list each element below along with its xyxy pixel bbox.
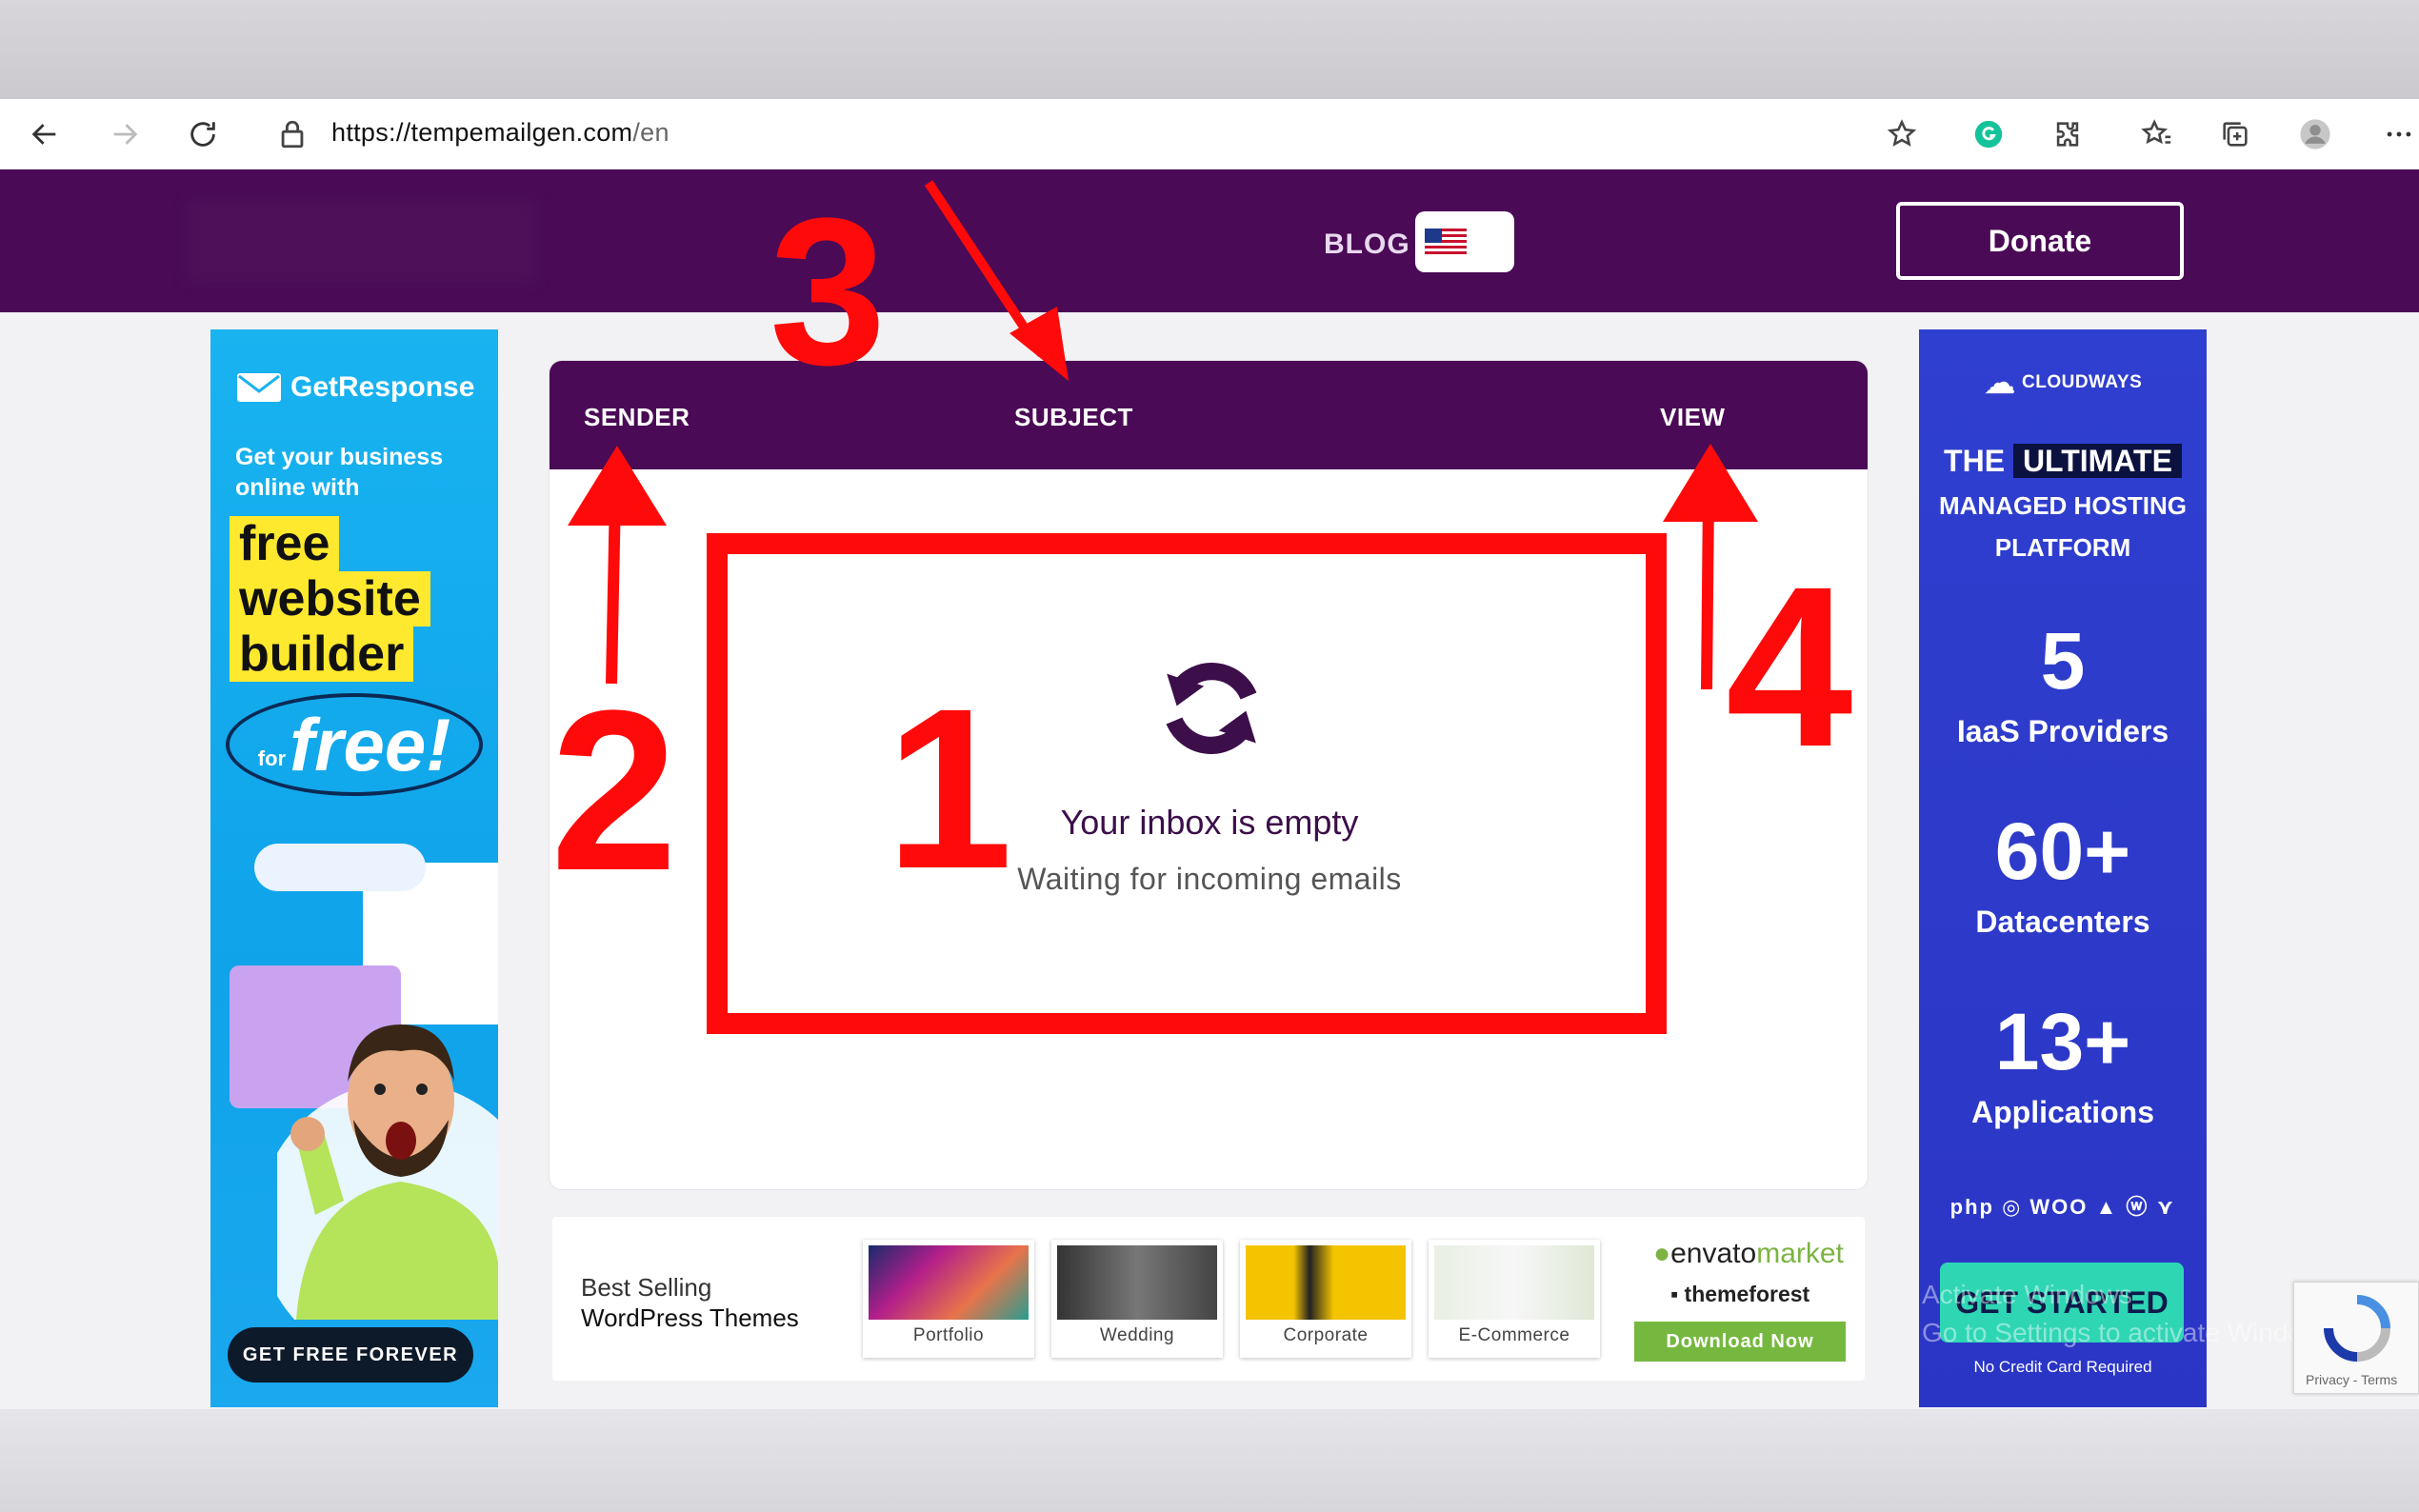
envelope-icon xyxy=(237,373,281,402)
cloudways-platform: PLATFORM xyxy=(1994,533,2131,562)
site-header: BLOG Donate xyxy=(0,169,2419,312)
column-sender: SENDER xyxy=(584,403,690,431)
getresponse-free-badge: for free! xyxy=(226,693,483,796)
themeforest-text: themeforest xyxy=(1684,1282,1810,1306)
stat-iaas-value: 5 xyxy=(2040,616,2086,706)
stat-applications-value: 13+ xyxy=(1994,997,2131,1086)
getresponse-logo: GetResponse xyxy=(237,371,474,404)
reload-icon[interactable] xyxy=(181,112,225,156)
envato-title: Best Selling WordPress Themes xyxy=(581,1272,799,1333)
column-view: VIEW xyxy=(1660,403,1726,431)
get-free-forever-button[interactable]: GET FREE FOREVER xyxy=(228,1327,473,1383)
cloudways-managed: MANAGED HOSTING xyxy=(1939,491,2187,520)
envato-ad[interactable]: Best Selling WordPress Themes Portfolio … xyxy=(552,1217,1865,1381)
stat-iaas-label: IaaS Providers xyxy=(1956,714,2169,748)
theme-card-wedding[interactable]: Wedding xyxy=(1051,1240,1223,1358)
annotation-number-2: 2 xyxy=(550,663,678,918)
windows-activation-watermark: Activate Windows Go to Settings to activ… xyxy=(1922,1276,2343,1352)
theme-label-corporate: Corporate xyxy=(1283,1325,1369,1345)
themeforest-logo: ▪ themeforest xyxy=(1670,1282,1809,1307)
collections-icon[interactable] xyxy=(2213,112,2257,156)
themeforest-box-icon: ▪ xyxy=(1670,1282,1679,1306)
cloudways-ultimate: ULTIMATE xyxy=(2012,444,2182,478)
theme-thumb-wedding xyxy=(1057,1245,1217,1320)
watermark-line-2: Go to Settings to activate Windows. xyxy=(1922,1318,2343,1347)
forward-arrow-icon[interactable] xyxy=(103,112,147,156)
theme-thumb-corporate xyxy=(1246,1245,1406,1320)
getresponse-highlight-3: builder xyxy=(230,627,414,682)
annotation-box-inbox xyxy=(707,533,1667,1034)
cloudways-ad[interactable]: ☁ CLOUDWAYS THE ULTIMATE MANAGED HOSTING… xyxy=(1919,329,2207,1407)
theme-label-portfolio: Portfolio xyxy=(912,1325,985,1345)
profile-avatar-icon[interactable] xyxy=(2293,112,2337,156)
cloud-icon: ☁ xyxy=(1983,365,2017,401)
getresponse-tagline: Get your business online with xyxy=(235,444,444,501)
getresponse-illustration-pill xyxy=(254,844,426,891)
theme-thumb-ecommerce xyxy=(1434,1245,1594,1320)
getresponse-highlight-1: free xyxy=(230,516,340,571)
envato-logo-accent: market xyxy=(1756,1238,1844,1269)
language-selector[interactable] xyxy=(1415,211,1514,272)
stat-datacenters-value: 60+ xyxy=(1994,806,2131,896)
annotation-number-1: 1 xyxy=(886,661,1013,916)
envato-title-line-2: WordPress Themes xyxy=(581,1303,799,1332)
no-credit-card-note: No Credit Card Required xyxy=(1973,1358,2152,1376)
cloudways-headline: THE ULTIMATE xyxy=(1919,444,2207,479)
tech-stack-icons: php ◎ WOO ▲ ⓦ ⋎ xyxy=(1949,1195,2176,1219)
getresponse-highlight-2: website xyxy=(230,571,430,627)
inbox-header: SENDER SUBJECT VIEW xyxy=(550,361,1868,469)
theme-thumb-portfolio xyxy=(869,1245,1029,1320)
recaptcha-badge[interactable]: Privacy - Terms xyxy=(2293,1282,2419,1394)
stat-applications-label: Applications xyxy=(1970,1095,2154,1129)
envato-leaf-icon: ● xyxy=(1653,1238,1671,1269)
site-logo-blurred[interactable] xyxy=(186,198,538,284)
theme-card-ecommerce[interactable]: E-Commerce xyxy=(1429,1240,1600,1358)
excited-man-illustration xyxy=(277,1025,498,1320)
getresponse-brand: GetResponse xyxy=(290,371,475,403)
recaptcha-icon xyxy=(2324,1295,2390,1362)
recaptcha-text: Privacy - Terms xyxy=(2306,1372,2398,1387)
window-top-background xyxy=(0,0,2419,99)
more-menu-icon[interactable] xyxy=(2377,112,2419,156)
watermark-line-1: Activate Windows xyxy=(1922,1280,2132,1309)
url-path: /en xyxy=(632,118,670,147)
grammarly-icon[interactable] xyxy=(1967,112,2010,156)
blog-link[interactable]: BLOG xyxy=(1324,229,1410,261)
annotation-number-4: 4 xyxy=(1726,539,1853,794)
column-subject: SUBJECT xyxy=(1014,403,1133,431)
us-flag-icon xyxy=(1425,229,1467,255)
theme-card-corporate[interactable]: Corporate xyxy=(1240,1240,1411,1358)
theme-card-portfolio[interactable]: Portfolio xyxy=(863,1240,1034,1358)
theme-label-wedding: Wedding xyxy=(1099,1325,1175,1345)
favorites-icon[interactable] xyxy=(2135,112,2179,156)
envato-market-logo: ●envatomarket xyxy=(1653,1238,1844,1270)
address-bar[interactable]: https://tempemailgen.com/en xyxy=(331,118,670,148)
theme-label-ecommerce: E-Commerce xyxy=(1458,1325,1570,1345)
envato-title-line-1: Best Selling xyxy=(581,1273,712,1302)
envato-logo-main: envato xyxy=(1670,1238,1757,1269)
cloudways-the: THE xyxy=(1944,444,2006,478)
url-domain: https://tempemailgen.com xyxy=(331,118,633,147)
extensions-icon[interactable] xyxy=(2046,112,2089,156)
browser-toolbar: https://tempemailgen.com/en xyxy=(0,99,2419,169)
cloudways-brand: CLOUDWAYS xyxy=(2022,372,2143,393)
getresponse-free-word: free! xyxy=(290,702,451,786)
lock-icon[interactable] xyxy=(270,112,314,156)
back-arrow-icon[interactable] xyxy=(23,112,67,156)
getresponse-free-prefix: for xyxy=(257,746,287,770)
donate-button[interactable]: Donate xyxy=(1896,202,2184,280)
stat-datacenters-label: Datacenters xyxy=(1975,905,2150,939)
window-bottom-background xyxy=(0,1409,2419,1512)
add-favorite-icon[interactable] xyxy=(1880,112,1924,156)
getresponse-ad[interactable]: GetResponse Get your business online wit… xyxy=(210,329,498,1407)
download-now-button[interactable]: Download Now xyxy=(1634,1322,1846,1362)
annotation-number-3: 3 xyxy=(770,174,887,408)
cloudways-logo: ☁ CLOUDWAYS xyxy=(1919,364,2207,402)
